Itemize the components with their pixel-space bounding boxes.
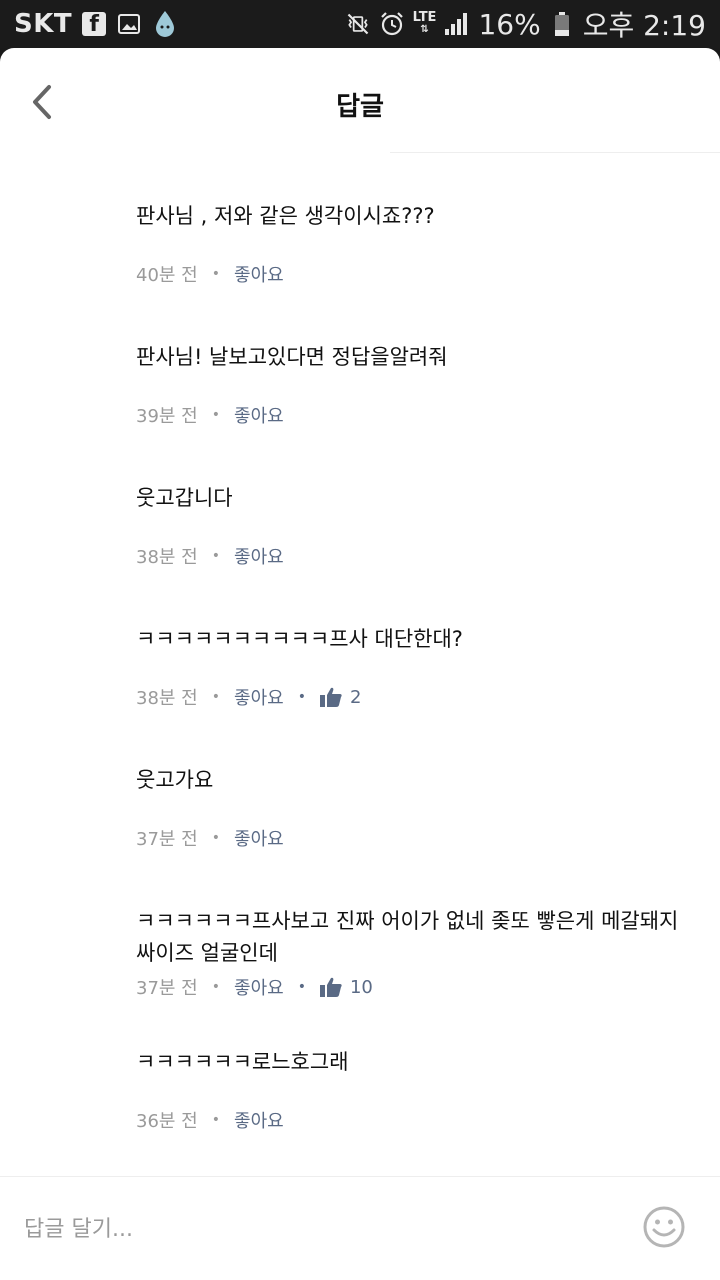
lte-icon: LTE ⇅ <box>413 11 437 37</box>
like-count: 2 <box>349 686 362 708</box>
gallery-notification-icon <box>116 11 142 37</box>
comment-time: 37분 전 <box>136 829 198 850</box>
comment-text: ㅋㅋㅋㅋㅋㅋ로느호그래 <box>136 1050 349 1074</box>
comment-meta: 37분 전 • 좋아요 • 10 <box>136 973 696 1001</box>
status-clock: 오후 2:19 <box>582 9 706 42</box>
status-bar: SKT f LTE ⇅ 16% 오후 2:19 <box>0 0 720 48</box>
comment-meta: 36분 전 • 좋아요 <box>136 1106 696 1134</box>
reply-input[interactable] <box>24 1207 604 1251</box>
comment-meta: 38분 전 • 좋아요 <box>136 542 696 570</box>
reply-input-bar <box>0 1176 720 1280</box>
comment-item: 판사님! 날보고있다면 정답을알려줘 39분 전 • 좋아요 <box>136 341 696 429</box>
comment-text: 판사님! 날보고있다면 정답을알려줘 <box>136 345 448 369</box>
comment-text: ㅋㅋㅋㅋㅋㅋㅋㅋㅋㅋ프사 대단한대? <box>136 627 463 651</box>
like-button[interactable]: 좋아요 <box>234 684 284 710</box>
comment-item: 판사님 , 저와 같은 생각이시죠??? 40분 전 • 좋아요 <box>136 200 696 288</box>
meta-separator: • <box>211 979 221 995</box>
comment-item: ㅋㅋㅋㅋㅋㅋ프사보고 진짜 어이가 없네 좆또 빻은게 메갈돼지 싸이즈 얼굴인… <box>136 905 696 1001</box>
comment-text: 웃고갑니다 <box>136 486 233 510</box>
comment-time: 38분 전 <box>136 547 198 568</box>
drop-app-notification-icon <box>152 11 178 37</box>
comment-item: ㅋㅋㅋㅋㅋㅋ로느호그래 36분 전 • 좋아요 <box>136 1046 696 1134</box>
comment-meta: 40분 전 • 좋아요 <box>136 260 696 288</box>
comment-time: 38분 전 <box>136 688 198 709</box>
smiley-icon <box>643 1206 685 1248</box>
meta-separator: • <box>211 689 221 705</box>
battery-percent: 16% <box>478 7 541 41</box>
comment-meta: 37분 전 • 좋아요 <box>136 824 696 852</box>
like-button[interactable]: 좋아요 <box>234 1107 284 1133</box>
network-label: LTE <box>412 10 437 25</box>
header: 답글 <box>0 48 720 153</box>
status-right: LTE ⇅ 16% 오후 2:19 <box>345 4 706 44</box>
page-title: 답글 <box>336 92 384 122</box>
like-button[interactable]: 좋아요 <box>234 261 284 287</box>
comment-time: 40분 전 <box>136 265 198 286</box>
status-left: SKT f <box>14 9 178 39</box>
comment-meta: 38분 전 • 좋아요 • 2 <box>136 683 696 711</box>
emoji-button[interactable] <box>642 1205 686 1249</box>
like-count: 10 <box>349 976 373 998</box>
meta-separator: • <box>211 830 221 846</box>
meta-separator: • <box>297 689 306 705</box>
carrier-label: SKT <box>14 9 73 39</box>
comment-item: 웃고가요 37분 전 • 좋아요 <box>136 764 696 852</box>
comment-time: 39분 전 <box>136 406 198 427</box>
comment-text: 판사님 , 저와 같은 생각이시죠??? <box>136 204 435 228</box>
reply-sheet: 답글 판사님 , 저와 같은 생각이시죠??? 40분 전 • 좋아요 판사님!… <box>0 48 720 1280</box>
vibrate-mute-icon <box>345 11 371 37</box>
thumbs-up-icon <box>319 977 342 997</box>
meta-separator: • <box>211 1112 221 1128</box>
meta-separator: • <box>211 266 221 282</box>
like-button[interactable]: 좋아요 <box>234 974 284 1000</box>
like-button[interactable]: 좋아요 <box>234 402 284 428</box>
meta-separator: • <box>211 548 221 564</box>
meta-separator: • <box>297 979 306 995</box>
signal-icon <box>444 11 470 37</box>
battery-icon <box>549 11 575 37</box>
like-button[interactable]: 좋아요 <box>234 543 284 569</box>
facebook-notification-icon: f <box>82 12 107 37</box>
comment-time: 37분 전 <box>136 978 198 999</box>
comment-list[interactable]: 판사님 , 저와 같은 생각이시죠??? 40분 전 • 좋아요 판사님! 날보… <box>0 152 720 1176</box>
like-button[interactable]: 좋아요 <box>234 825 284 851</box>
alarm-icon <box>379 11 405 37</box>
comment-meta: 39분 전 • 좋아요 <box>136 401 696 429</box>
thumbs-up-icon <box>319 687 342 707</box>
meta-separator: • <box>211 407 221 423</box>
comment-text: ㅋㅋㅋㅋㅋㅋ프사보고 진짜 어이가 없네 좆또 빻은게 메갈돼지 싸이즈 얼굴인… <box>136 909 679 965</box>
comment-item: 웃고갑니다 38분 전 • 좋아요 <box>136 482 696 570</box>
comment-time: 36분 전 <box>136 1111 198 1132</box>
comment-item: ㅋㅋㅋㅋㅋㅋㅋㅋㅋㅋ프사 대단한대? 38분 전 • 좋아요 • 2 <box>136 623 696 711</box>
data-arrows: ⇅ <box>420 24 429 35</box>
comment-text: 웃고가요 <box>136 768 214 792</box>
